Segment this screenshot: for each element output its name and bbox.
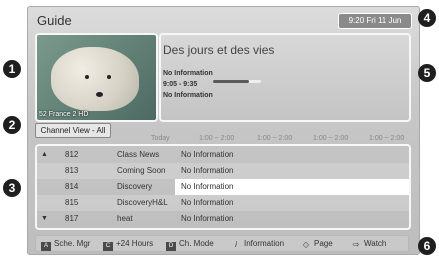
footer-label: +24 Hours: [116, 239, 154, 248]
program-progress-fill: [213, 80, 249, 83]
scroll-down-icon[interactable]: ▼: [41, 211, 48, 227]
a-key-icon: A: [41, 242, 51, 251]
channel-name: Coming Soon: [117, 166, 166, 175]
program-cell[interactable]: No Information: [175, 195, 409, 211]
bear-nose: [96, 92, 103, 97]
footer-label: Information: [244, 239, 285, 248]
footer-item-ch-mode[interactable]: D Ch. Mode: [166, 236, 214, 251]
time-slot: 1:00 ~ 2:00: [257, 135, 293, 142]
time-header-day: Today: [151, 135, 170, 142]
channel-row-selected[interactable]: 814 Discovery No Information: [37, 179, 409, 195]
channel-row[interactable]: 815 DiscoveryH&L No Information: [37, 195, 409, 211]
channel-name: DiscoveryH&L: [117, 198, 168, 207]
preview-channel-label: 52 France 2 HD: [39, 111, 89, 118]
channel-list: ▲ 812 Class News No Information 813 Comi…: [35, 144, 411, 230]
footer-label: Ch. Mode: [179, 239, 214, 248]
footer-legend: A Sche. Mgr C +24 Hours D Ch. Mode i Informa…: [35, 235, 409, 252]
program-info-panel: Des jours et des vies No Information 9:0…: [159, 33, 411, 122]
program-cell[interactable]: No Information: [175, 147, 409, 163]
program-cell[interactable]: No Information: [175, 211, 409, 227]
channel-preview: 52 France 2 HD: [35, 33, 158, 122]
time-slot: 1:00 ~ 2:00: [313, 135, 349, 142]
program-progress-bar: [213, 80, 261, 83]
program-title: Des jours et des vies: [163, 43, 275, 57]
callout-4: 4: [418, 9, 436, 27]
time-slot: 1:00 ~ 2:00: [369, 135, 405, 142]
scroll-up-icon[interactable]: ▲: [41, 147, 48, 163]
channel-view-label[interactable]: Channel View - All: [35, 123, 111, 138]
program-info-line3: No Information: [163, 92, 213, 99]
footer-item-watch[interactable]: ⇨ Watch: [351, 236, 387, 251]
bear-eye-left: [85, 75, 89, 79]
program-time: 9:05 - 9:35: [163, 81, 198, 88]
footer-item-information[interactable]: i Information: [231, 236, 284, 251]
channel-name: Class News: [117, 150, 160, 159]
polar-bear-image: [51, 47, 139, 111]
callout-1: 1: [3, 60, 21, 78]
channel-row[interactable]: ▼ 817 heat No Information: [37, 211, 409, 227]
footer-item-24-hours[interactable]: C +24 Hours: [103, 236, 153, 251]
channel-number: 813: [65, 166, 79, 175]
channel-number: 817: [65, 214, 79, 223]
footer-label: Sche. Mgr: [54, 239, 91, 248]
channel-row[interactable]: ▲ 812 Class News No Information: [37, 147, 409, 163]
program-cell-selected[interactable]: No Information: [175, 179, 409, 195]
watch-icon: ⇨: [352, 240, 360, 249]
channel-row[interactable]: 813 Coming Soon No Information: [37, 163, 409, 179]
callout-2: 2: [3, 116, 21, 134]
footer-item-sche-mgr[interactable]: A Sche. Mgr: [41, 236, 90, 251]
page-icon: ◇: [302, 240, 310, 249]
time-slot: 1:00 ~ 2:00: [199, 135, 235, 142]
program-info-line1: No Information: [163, 70, 213, 77]
channel-number: 812: [65, 150, 79, 159]
footer-label: Watch: [364, 239, 387, 248]
c-key-icon: C: [103, 242, 113, 251]
channel-number: 815: [65, 198, 79, 207]
callout-5: 5: [418, 64, 436, 82]
footer-item-page[interactable]: ◇ Page: [301, 236, 333, 251]
info-icon: i: [235, 240, 237, 249]
d-key-icon: D: [166, 242, 176, 251]
bear-eye-right: [107, 75, 111, 79]
channel-number: 814: [65, 182, 79, 191]
program-cell[interactable]: No Information: [175, 163, 409, 179]
guide-title: Guide: [37, 13, 72, 28]
guide-screen: Guide 9:20 Fri 11 Jun 52 France 2 HD Des…: [27, 6, 420, 255]
channel-name: Discovery: [117, 182, 153, 191]
footer-label: Page: [314, 239, 333, 248]
callout-6: 6: [418, 237, 436, 255]
channel-name: heat: [117, 214, 133, 223]
callout-3: 3: [3, 179, 21, 197]
datetime-display: 9:20 Fri 11 Jun: [338, 13, 412, 29]
